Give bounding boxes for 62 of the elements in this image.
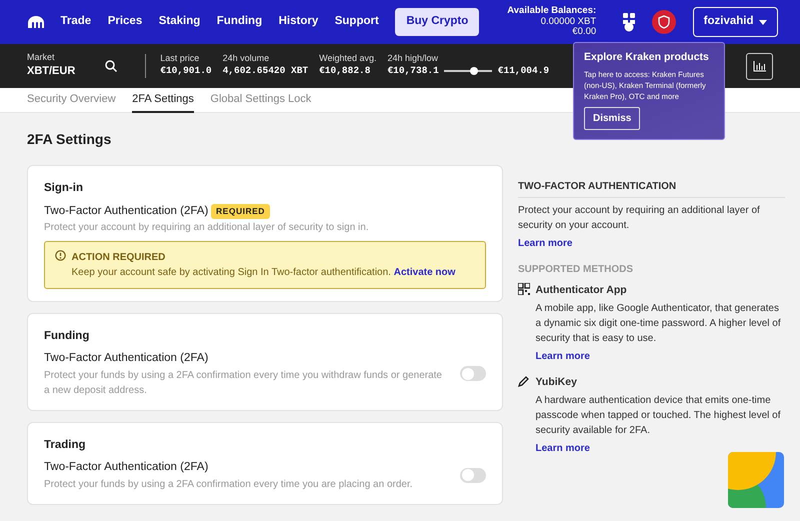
alert-text: Keep your account safe by activating Sign In Two-factor authentification. Activate now — [72, 266, 456, 280]
method-description: A hardware authentication device that emits one-time passcode when tapped or touched. The highest level of security available for 2FA. — [536, 394, 782, 438]
nav-link-item[interactable]: History — [278, 13, 318, 31]
stat-label: 24h volume — [222, 53, 270, 64]
nav-link-item[interactable]: Funding — [216, 13, 262, 31]
tab[interactable]: Global Settings Lock — [210, 88, 312, 113]
market-pair: XBT/EUR — [27, 64, 76, 80]
low-value: €10,738.1 — [387, 64, 439, 78]
setting-label: Two-Factor Authentication (2FA) — [44, 204, 208, 219]
aside-title: TWO-FACTOR AUTHENTICATION — [518, 179, 785, 198]
setting-description: Protect your funds by using a 2FA confirmation every time you are placing an order. — [44, 478, 414, 492]
market-label: Market — [27, 52, 56, 64]
balance-value: €0.00 — [571, 27, 596, 38]
section-title: Sign-in — [44, 181, 84, 196]
qr-code-icon — [518, 282, 530, 294]
caret-icon — [759, 20, 767, 24]
warning-icon — [55, 250, 66, 260]
nav-link-item[interactable]: Support — [334, 13, 379, 31]
page-title: 2FA Settings — [27, 130, 112, 149]
popover-title: Explore Kraken products — [584, 50, 710, 65]
section-title: Funding — [44, 328, 90, 344]
setting-description: Protect your funds by using a 2FA confirmation every time you withdraw funds or generate a new deposit address. — [44, 368, 443, 398]
methods-title: SUPPORTED METHODS — [518, 263, 634, 277]
toggle-switch[interactable] — [460, 366, 486, 382]
method-description: A mobile app, like Google Authenticator, that generates a dynamic six digit one-time password. A higher level of security that is easy to use. — [536, 302, 782, 346]
search-icon[interactable] — [105, 60, 118, 72]
pen-icon — [518, 374, 530, 387]
chart-button[interactable] — [746, 52, 773, 80]
stat-value: €10,901.0 — [160, 64, 212, 78]
method-name: Authenticator App — [536, 282, 628, 298]
nav-link-item[interactable]: Trade — [60, 13, 92, 31]
tab[interactable]: Security Overview — [27, 88, 116, 113]
dismiss-button[interactable]: Dismiss — [584, 107, 640, 130]
learn-more-link[interactable]: Learn more — [518, 236, 572, 251]
chart-icon — [753, 60, 766, 72]
required-tag: REQUIRED — [211, 204, 270, 219]
tab[interactable]: 2FA Settings — [132, 88, 194, 113]
shield-icon[interactable] — [652, 10, 676, 34]
stat-label: 24h high/low — [387, 53, 440, 64]
stat-value: €10,882.8 — [319, 64, 372, 78]
buy-crypto-button[interactable]: Buy Crypto — [395, 8, 480, 36]
alert-title: ACTION REQUIRED — [72, 250, 166, 264]
method-name: YubiKey — [536, 374, 578, 390]
nav-link-item[interactable]: Staking — [158, 13, 200, 31]
aside-text: Protect your account by requiring an additional layer of security on your account. — [518, 204, 761, 234]
user-menu-button[interactable]: fozivahid — [692, 7, 778, 37]
balances-label: Available Balances: — [507, 6, 596, 17]
activate-link[interactable]: Activate now — [394, 266, 456, 278]
logo-icon[interactable] — [28, 16, 44, 28]
nav-link-item[interactable]: Prices — [108, 13, 142, 31]
setting-label: Two-Factor Authentication (2FA) — [44, 351, 208, 366]
stat-label: Last price — [160, 53, 200, 64]
stat-value: 4,602.65420 XBT — [222, 64, 308, 78]
stat-label: Weighted avg. — [319, 53, 376, 64]
learn-more-link[interactable]: Learn more — [536, 348, 590, 364]
balance-value: 0.00000 XBT — [540, 16, 596, 27]
high-value: €11,004.9 — [498, 64, 550, 78]
section-title: Trading — [44, 438, 87, 452]
learn-more-link[interactable]: Learn more — [536, 441, 590, 456]
setting-description: Protect your account by requiring an additional layer of security to sign in. — [44, 221, 370, 235]
toggle-switch[interactable] — [460, 468, 486, 483]
setting-label: Two-Factor Authentication (2FA) — [44, 460, 208, 476]
